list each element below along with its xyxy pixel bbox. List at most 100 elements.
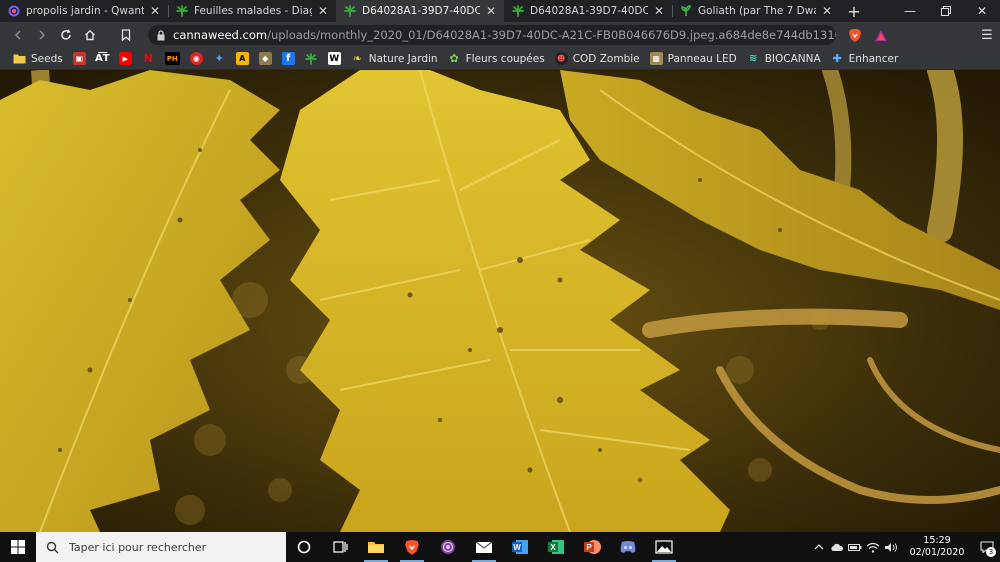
svg-text:X: X (550, 543, 556, 552)
close-window-button[interactable]: ✕ (964, 0, 1000, 22)
youtube-icon: ▶ (118, 52, 132, 65)
tab-title: D64028A1-39D7-40DC-A21C-FB (362, 5, 480, 17)
blue-app-icon: ✦ (214, 52, 224, 65)
mail-button[interactable] (466, 532, 502, 562)
tab-image-duplicate[interactable]: D64028A1-39D7-40DC-A21C-FB ✕ (504, 0, 672, 22)
amazon-icon: A (235, 52, 249, 65)
back-button[interactable] (6, 23, 30, 47)
task-view-button[interactable] (322, 532, 358, 562)
wikipedia-icon: W (327, 52, 341, 65)
tor-onion-icon (441, 540, 455, 554)
bookmark-facebook[interactable]: f (277, 49, 300, 69)
folder-icon (368, 542, 384, 553)
battery-tray-icon[interactable] (846, 532, 864, 562)
close-icon: ✕ (976, 4, 988, 18)
cannabis-leaf-icon (512, 5, 524, 17)
tab-strip: propolis jardin - Qwant Recherch ✕ Feuil… (0, 0, 1000, 22)
close-tab-icon[interactable]: ✕ (820, 4, 834, 18)
browser-toolbar: cannaweed.com/uploads/monthly_2020_01/D6… (0, 22, 1000, 48)
brave-browser-button[interactable] (394, 532, 430, 562)
svg-text:P: P (586, 543, 592, 552)
bookmark-blue-app[interactable]: ✦ (208, 49, 231, 69)
speaker-icon (885, 542, 897, 552)
show-hidden-icons-button[interactable] (810, 532, 828, 562)
tab-title: propolis jardin - Qwant Recherch (26, 5, 144, 17)
brave-shields-button[interactable] (844, 24, 866, 46)
bookmark-page-button[interactable] (114, 23, 138, 47)
battery-icon (848, 543, 862, 551)
file-explorer-button[interactable] (358, 532, 394, 562)
bookmark-youtube[interactable]: ▶ (114, 49, 137, 69)
leaf-photo (0, 70, 1000, 532)
minimize-button[interactable]: — (892, 0, 928, 22)
bookmark-cod-zombie[interactable]: ☻ COD Zombie (550, 49, 645, 69)
tab-feuilles-malades[interactable]: Feuilles malades - Diagnostics e ✕ (168, 0, 336, 22)
close-tab-icon[interactable]: ✕ (148, 4, 162, 18)
close-tab-icon[interactable]: ✕ (652, 4, 666, 18)
volume-tray-icon[interactable] (882, 532, 900, 562)
task-view-icon (333, 541, 348, 553)
taskbar-clock[interactable]: 15:29 02/01/2020 (900, 535, 974, 559)
home-button[interactable] (78, 23, 102, 47)
bookmark-biocanna[interactable]: ≋ BIOCANNA (742, 49, 826, 69)
photos-button[interactable] (646, 532, 682, 562)
reload-button[interactable] (54, 23, 78, 47)
address-path: /uploads/monthly_2020_01/D64028A1-39D7-4… (267, 28, 836, 42)
powerpoint-icon: P (584, 540, 601, 554)
bookmark-cannaweed[interactable] (300, 49, 323, 69)
bookmark-panneau-led[interactable]: ▦ Panneau LED (645, 49, 742, 69)
bookmark-nature-jardin[interactable]: ❧ Nature Jardin (346, 49, 443, 69)
onedrive-tray-icon[interactable] (828, 532, 846, 562)
chevron-up-icon (814, 544, 824, 550)
brave-rewards-button[interactable] (870, 24, 892, 46)
discord-button[interactable] (610, 532, 646, 562)
envelope-icon (475, 541, 493, 553)
nature-icon: ❧ (352, 52, 362, 65)
bookmark-ph[interactable]: PH (160, 49, 185, 69)
tor-browser-button[interactable] (430, 532, 466, 562)
new-tab-button[interactable]: + (840, 0, 868, 22)
bookmark-seeds[interactable]: Seeds (8, 49, 68, 69)
brave-lion-icon (849, 28, 861, 42)
tab-goliath[interactable]: Goliath (par The 7 Dwarfs) :: Info ✕ (672, 0, 840, 22)
browser-menu-button[interactable]: ☰ (974, 28, 1000, 43)
start-button[interactable] (0, 532, 36, 562)
bookmark-icon (121, 29, 131, 41)
game-icon: ◆ (258, 52, 272, 65)
powerpoint-button[interactable]: P (574, 532, 610, 562)
address-host: cannaweed.com (173, 28, 268, 42)
address-bar[interactable]: cannaweed.com/uploads/monthly_2020_01/D6… (148, 25, 836, 45)
bookmark-netflix[interactable]: N (137, 49, 160, 69)
bookmark-gift[interactable]: ▣ (68, 49, 91, 69)
tab-image-active[interactable]: D64028A1-39D7-40DC-A21C-FB ✕ (336, 0, 504, 22)
bookmark-at[interactable]: A͞T (91, 49, 114, 69)
close-tab-icon[interactable]: ✕ (316, 4, 330, 18)
minimize-icon: — (904, 4, 916, 18)
taskbar-search-input[interactable]: Taper ici pour rechercher (36, 532, 286, 562)
ph-icon: PH (164, 52, 180, 65)
excel-button[interactable]: X (538, 532, 574, 562)
word-button[interactable]: W (502, 532, 538, 562)
tab-qwant[interactable]: propolis jardin - Qwant Recherch ✕ (0, 0, 168, 22)
wifi-tray-icon[interactable] (864, 532, 882, 562)
at-icon: A͞T (94, 53, 110, 64)
brave-lion-icon (405, 539, 419, 555)
cannabis-leaf-icon (344, 5, 356, 17)
bookmark-fleurs-coupees[interactable]: ✿ Fleurs coupées (443, 49, 550, 69)
biocanna-icon: ≋ (748, 53, 758, 64)
bookmark-wikipedia[interactable]: W (323, 49, 346, 69)
reload-icon (61, 29, 71, 40)
lock-icon (157, 29, 165, 40)
forward-button[interactable] (30, 23, 54, 47)
bookmark-amazon[interactable]: A (231, 49, 254, 69)
restore-button[interactable] (928, 0, 964, 22)
action-center-button[interactable]: 3 (974, 532, 1000, 562)
bookmark-enhancer[interactable]: ✚ Enhancer (826, 49, 904, 69)
cortana-button[interactable] (286, 532, 322, 562)
back-arrow-icon (14, 30, 21, 40)
bookmark-red-app[interactable]: ◉ (185, 49, 208, 69)
zombie-icon: ☻ (554, 52, 568, 65)
close-tab-icon[interactable]: ✕ (484, 4, 498, 18)
rewards-triangle-icon (875, 29, 887, 41)
bookmark-game[interactable]: ◆ (254, 49, 277, 69)
